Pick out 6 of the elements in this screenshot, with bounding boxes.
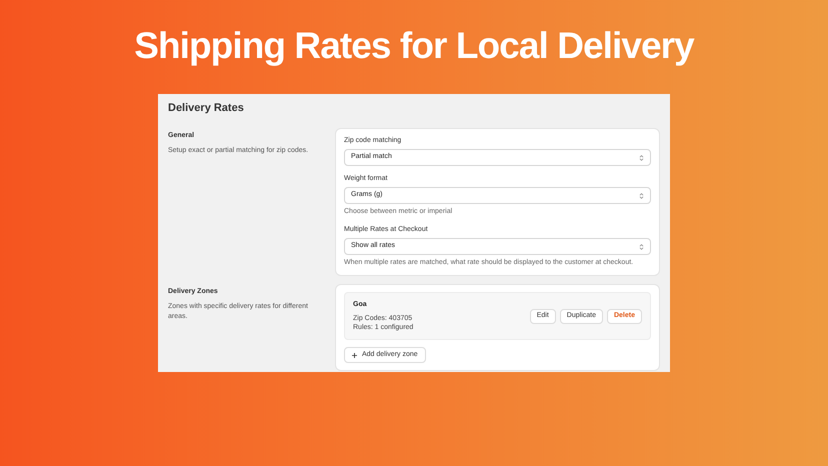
page-title: Delivery Rates xyxy=(168,101,245,116)
plus-icon xyxy=(352,352,357,358)
chevron-up-down-icon xyxy=(639,154,644,162)
chevron-up-down-icon xyxy=(639,192,644,200)
chevron-up-down-icon xyxy=(639,242,644,250)
headline: Shipping Rates for Local Delivery xyxy=(134,24,694,68)
